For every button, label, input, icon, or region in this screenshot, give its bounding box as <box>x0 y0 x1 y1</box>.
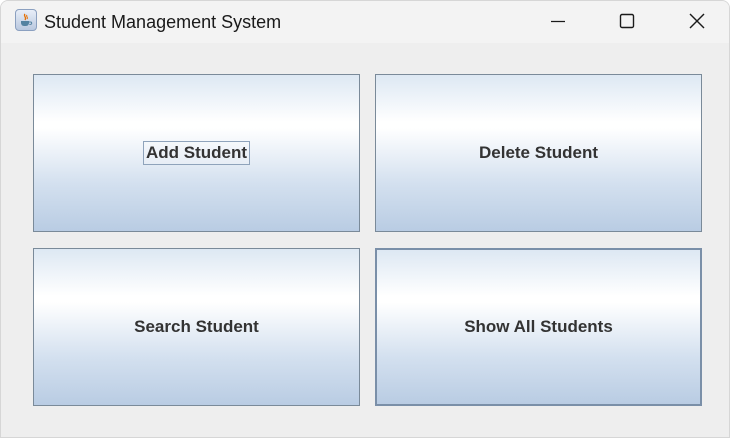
delete-student-label: Delete Student <box>478 143 599 162</box>
minimize-icon <box>551 20 565 23</box>
search-student-button[interactable]: Search Student <box>33 248 360 406</box>
minimize-button[interactable] <box>535 1 581 41</box>
java-cup-icon[interactable] <box>15 9 37 31</box>
title-bar[interactable]: Student Management System <box>1 1 729 43</box>
maximize-button[interactable] <box>604 1 650 41</box>
search-student-label: Search Student <box>134 317 259 336</box>
add-student-label: Add Student <box>142 141 251 165</box>
add-student-button[interactable]: Add Student <box>33 74 360 232</box>
button-panel: Add Student Delete Student Search Studen… <box>1 43 729 437</box>
delete-student-button[interactable]: Delete Student <box>375 74 702 232</box>
window-title: Student Management System <box>44 12 282 32</box>
show-all-students-label: Show All Students <box>464 317 613 336</box>
close-icon <box>689 13 705 29</box>
maximize-icon <box>619 13 635 29</box>
app-window: Student Management System Add Student De… <box>0 0 730 438</box>
show-all-students-button[interactable]: Show All Students <box>375 248 702 406</box>
close-button[interactable] <box>674 1 720 41</box>
